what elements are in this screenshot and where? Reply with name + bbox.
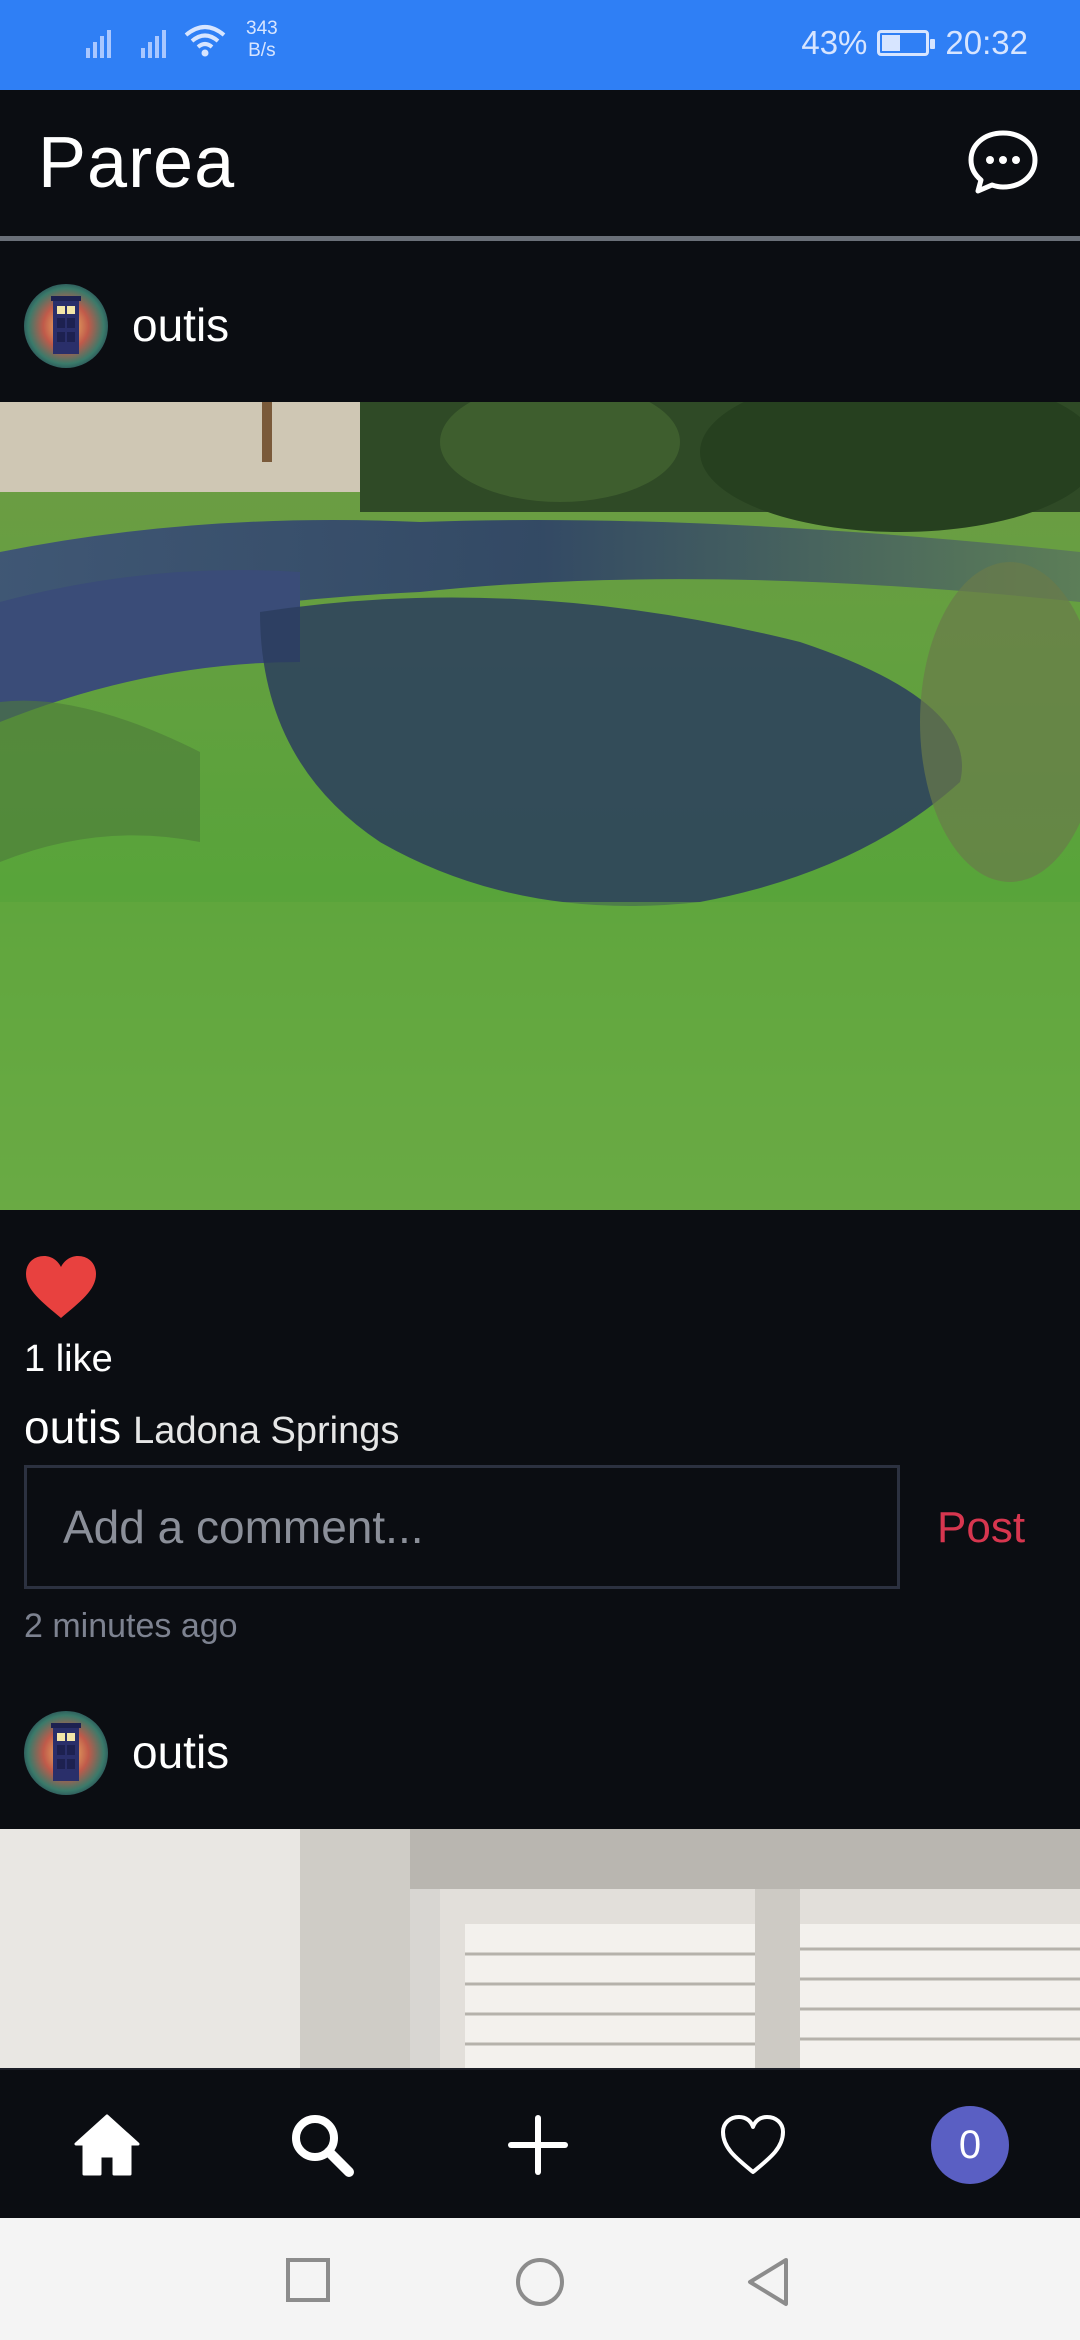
avatar[interactable]	[24, 1711, 108, 1795]
network-speed-unit: B/s	[248, 40, 276, 61]
status-right: 43% 20:32	[801, 24, 1028, 62]
post-header: outis	[0, 270, 1080, 370]
add-icon[interactable]	[503, 2110, 573, 2180]
post-timestamp: 2 minutes ago	[24, 1607, 238, 1645]
home-icon[interactable]	[72, 2110, 142, 2180]
post-username[interactable]: outis	[132, 1725, 229, 1779]
app-bar: Parea	[0, 90, 1080, 241]
post-photo[interactable]	[0, 1829, 1080, 2068]
post-comment-button[interactable]: Post	[937, 1503, 1025, 1553]
app-title: Parea	[38, 123, 236, 203]
likes-count: 1 like	[24, 1338, 113, 1380]
caption: outis Ladona Springs	[24, 1400, 399, 1454]
signal-2-icon	[141, 22, 166, 58]
window-shutter-photo-icon	[0, 1829, 1080, 2068]
signal-1-icon	[86, 22, 111, 58]
network-speed-value: 343	[246, 18, 278, 39]
battery-percent: 43%	[801, 24, 868, 61]
profile-badge[interactable]: 0	[931, 2106, 1009, 2184]
comment-input[interactable]	[27, 1468, 897, 1586]
post-username[interactable]: outis	[132, 298, 229, 352]
bottom-navigation	[0, 2068, 1080, 2220]
caption-username[interactable]: outis	[24, 1401, 121, 1453]
heart-filled-icon[interactable]	[22, 1252, 100, 1322]
comment-field[interactable]	[24, 1465, 900, 1589]
caption-text: Ladona Springs	[133, 1410, 400, 1452]
tardis-avatar-icon	[24, 284, 108, 368]
post-header: outis	[0, 1697, 1080, 1797]
recents-button-icon[interactable]	[284, 2256, 332, 2304]
battery-icon	[877, 30, 936, 56]
river-spring-photo-icon	[0, 402, 1080, 1210]
clock: 20:32	[945, 24, 1028, 61]
post-photo[interactable]	[0, 402, 1080, 1210]
chat-bubble-icon[interactable]	[966, 128, 1040, 196]
wifi-icon	[184, 25, 226, 57]
network-speed: 343 B/s	[246, 18, 278, 62]
notification-count: 0	[958, 2122, 982, 2167]
back-button-icon[interactable]	[744, 2256, 792, 2308]
tardis-avatar-icon	[24, 1711, 108, 1795]
status-bar: 343 B/s 43% 20:32	[0, 0, 1080, 90]
home-button-icon[interactable]	[514, 2256, 566, 2308]
system-navigation-bar	[0, 2218, 1080, 2340]
search-icon[interactable]	[287, 2110, 357, 2180]
heart-icon[interactable]	[718, 2110, 788, 2180]
avatar[interactable]	[24, 284, 108, 368]
status-left: 343 B/s	[86, 18, 278, 62]
